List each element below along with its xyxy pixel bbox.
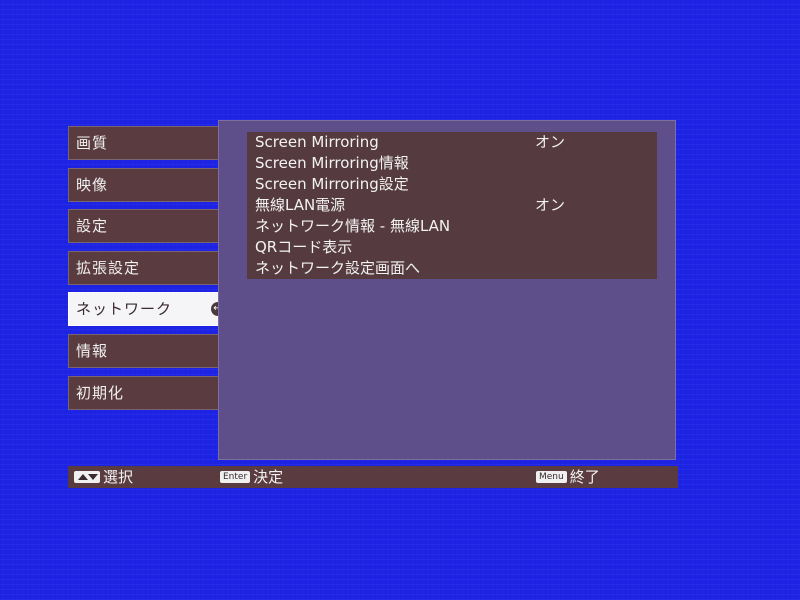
menu-item-label: 画質: [76, 134, 109, 152]
menu-item-label: 拡張設定: [76, 259, 141, 277]
footer-select-hint: 選択: [74, 466, 133, 488]
submenu-item-wireless-lan-power[interactable]: 無線LAN電源 オン: [247, 195, 657, 216]
menu-item-label: ネットワーク: [76, 300, 173, 318]
footer-guide-bar: 選択 Enter 決定 Menu 終了: [68, 466, 678, 488]
menu-item-label: 映像: [76, 176, 109, 194]
footer-menu-hint: Menu 終了: [536, 466, 600, 488]
menu-item-label: 情報: [76, 342, 109, 360]
menu-item-settings[interactable]: 設定: [68, 209, 234, 243]
submenu-item-label: Screen Mirroring: [255, 133, 379, 151]
submenu-list: Screen Mirroring オン Screen Mirroring情報 S…: [247, 132, 657, 279]
menu-item-reset[interactable]: 初期化: [68, 376, 234, 410]
submenu-item-qr-code[interactable]: QRコード表示: [247, 237, 657, 258]
menu-item-picture[interactable]: 画質: [68, 126, 234, 160]
submenu-item-network-info-wireless[interactable]: ネットワーク情報 - 無線LAN: [247, 216, 657, 237]
submenu-item-label: 無線LAN電源: [255, 196, 346, 214]
up-down-arrows-icon: [74, 471, 100, 483]
submenu-item-value: オン: [535, 133, 566, 151]
submenu-item-screen-mirroring[interactable]: Screen Mirroring オン: [247, 132, 657, 153]
enter-key-icon: Enter: [220, 471, 251, 483]
menu-item-label: 設定: [76, 217, 109, 235]
submenu-item-screen-mirroring-settings[interactable]: Screen Mirroring設定: [247, 174, 657, 195]
enter-label: 決定: [253, 468, 284, 486]
submenu-item-label: Screen Mirroring情報: [255, 154, 409, 172]
submenu-item-screen-mirroring-info[interactable]: Screen Mirroring情報: [247, 153, 657, 174]
select-label: 選択: [103, 468, 134, 486]
footer-enter-hint: Enter 決定: [220, 466, 283, 488]
menu-item-network[interactable]: ネットワーク ↩: [68, 292, 234, 326]
submenu-item-value: オン: [535, 196, 566, 214]
menu-key-icon: Menu: [536, 471, 567, 483]
submenu-item-label: ネットワーク設定画面へ: [255, 259, 421, 277]
submenu-item-label: Screen Mirroring設定: [255, 175, 409, 193]
menu-item-extended[interactable]: 拡張設定: [68, 251, 234, 285]
submenu-item-label: ネットワーク情報 - 無線LAN: [255, 217, 451, 235]
menu-item-info[interactable]: 情報: [68, 334, 234, 368]
menu-item-label: 初期化: [76, 384, 125, 402]
submenu-item-label: QRコード表示: [255, 238, 353, 256]
menu-item-image[interactable]: 映像: [68, 168, 234, 202]
menu-label: 終了: [569, 468, 600, 486]
submenu-item-network-settings-screen[interactable]: ネットワーク設定画面へ: [247, 258, 657, 279]
